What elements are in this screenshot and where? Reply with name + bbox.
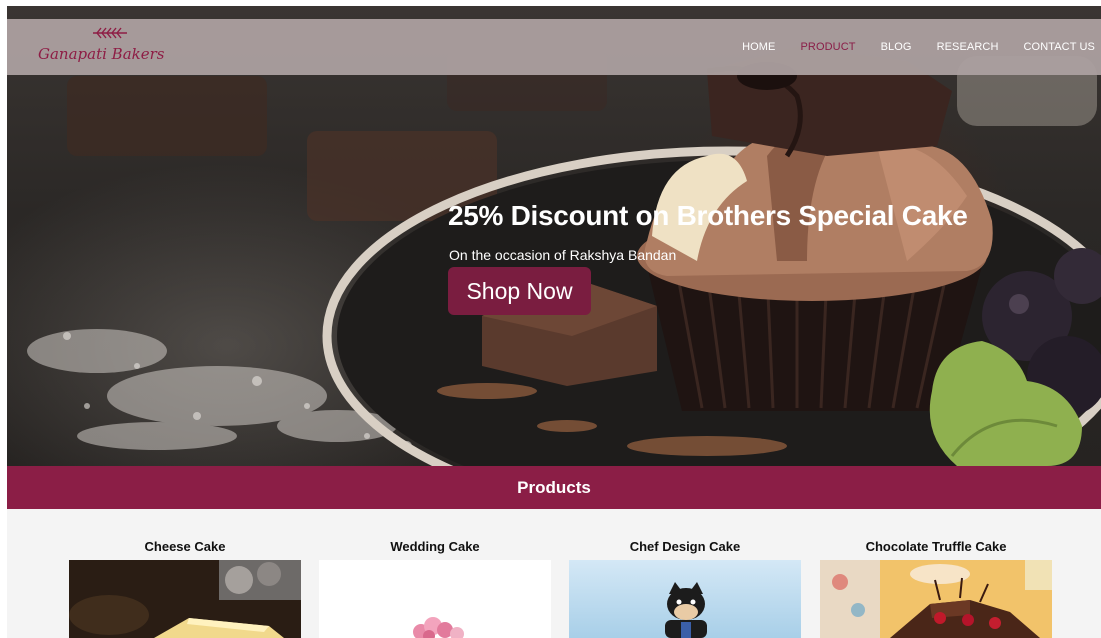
products-heading: Products (517, 477, 591, 497)
brand-logo[interactable]: Ganapati Bakers (35, 19, 175, 75)
product-title: Chocolate Truffle Cake (865, 539, 1007, 554)
nav-menu: HOME PRODUCT BLOG RESEARCH CONTACT US (717, 19, 1095, 75)
hero-banner-image (7, 6, 1101, 466)
product-grid: Cheese Cake Wedding Cake Chef Design Cak… (7, 509, 1101, 638)
nav-link-blog[interactable]: BLOG (881, 41, 912, 53)
wheat-logo-icon (93, 27, 127, 39)
product-title: Cheese Cake (144, 539, 226, 554)
product-card-cheese-cake[interactable]: Cheese Cake (69, 509, 301, 638)
page: Ganapati Bakers HOME PRODUCT BLOG RESEAR… (0, 0, 1101, 638)
nav-link-contact-us[interactable]: CONTACT US (1024, 41, 1096, 53)
nav-link-home[interactable]: HOME (742, 41, 775, 53)
hero-title: 25% Discount on Brothers Special Cake (448, 200, 968, 231)
brand-name: Ganapati Bakers (38, 45, 165, 63)
cupcake-illustration (27, 46, 1101, 466)
product-image-chef-design-cake[interactable] (569, 560, 801, 638)
product-image-wedding-cake[interactable] (319, 560, 551, 638)
product-card-chef-design-cake[interactable]: Chef Design Cake (569, 509, 801, 638)
product-image-cheese-cake[interactable] (69, 560, 301, 638)
nav-link-research[interactable]: RESEARCH (937, 41, 999, 53)
shop-now-button[interactable]: Shop Now (448, 267, 591, 315)
product-card-wedding-cake[interactable]: Wedding Cake (319, 509, 551, 638)
nav-link-product[interactable]: PRODUCT (801, 41, 856, 53)
product-title: Wedding Cake (390, 539, 480, 554)
products-heading-bar: Products (7, 466, 1101, 509)
navbar: Ganapati Bakers HOME PRODUCT BLOG RESEAR… (7, 19, 1101, 75)
hero-subtitle: On the occasion of Rakshya Bandan (449, 247, 677, 263)
product-card-chocolate-truffle-cake[interactable]: Chocolate Truffle Cake (820, 509, 1052, 638)
product-title: Chef Design Cake (629, 539, 741, 554)
product-image-chocolate-truffle-cake[interactable] (820, 560, 1052, 638)
